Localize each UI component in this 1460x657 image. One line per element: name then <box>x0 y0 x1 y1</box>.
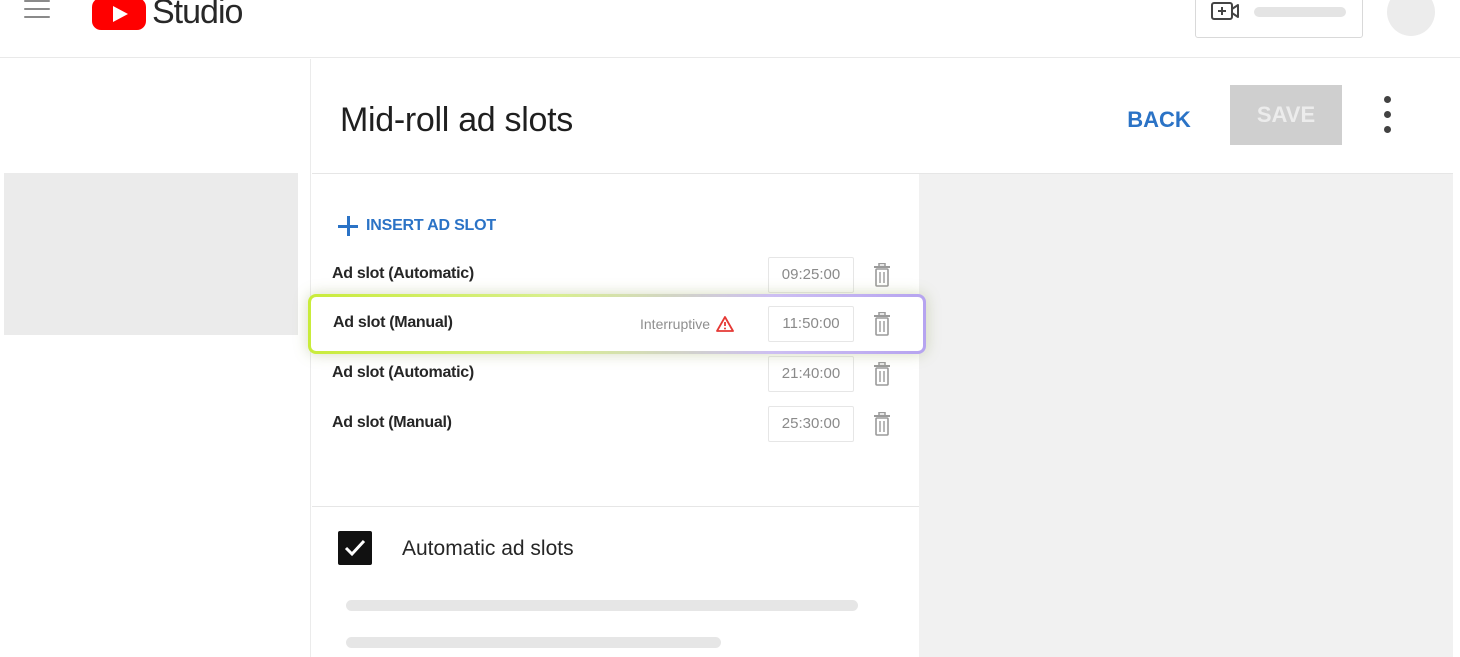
automatic-ad-slots-section: Automatic ad slots <box>312 506 919 657</box>
ad-slot-row: Ad slot (Manual) 25:30:00 <box>312 400 919 448</box>
ad-slot-row: Ad slot (Automatic) 21:40:00 <box>312 350 919 398</box>
insert-ad-slot-button[interactable]: INSERT AD SLOT <box>338 211 496 241</box>
automatic-ad-slots-title: Automatic ad slots <box>402 537 574 560</box>
create-button-label-placeholder <box>1254 7 1346 17</box>
interruptive-slot-highlight: Ad slot (Manual) Interruptive 11:50:00 <box>308 294 926 354</box>
text-placeholder-line <box>346 637 721 648</box>
ad-slot-label: Ad slot (Automatic) <box>332 265 474 282</box>
insert-ad-slot-label: INSERT AD SLOT <box>366 217 496 234</box>
text-placeholder-line <box>346 600 858 611</box>
ad-slot-label: Ad slot (Automatic) <box>332 364 474 381</box>
ad-slot-time-input[interactable]: 11:50:00 <box>768 306 854 342</box>
plus-icon <box>338 216 358 236</box>
ad-slot-row: Ad slot (Automatic) 09:25:00 <box>312 251 919 299</box>
save-button[interactable]: SAVE <box>1230 85 1342 145</box>
interruptive-status-text: Interruptive <box>640 316 711 332</box>
automatic-ad-slots-checkbox[interactable] <box>338 531 372 565</box>
page-title: Mid-roll ad slots <box>340 101 573 139</box>
youtube-logo-icon[interactable] <box>92 0 146 30</box>
trash-icon[interactable] <box>873 412 891 436</box>
studio-logo-text[interactable]: Studio <box>152 0 243 32</box>
video-preview-area <box>919 174 1453 657</box>
ad-slot-row-highlighted: Ad slot (Manual) Interruptive 11:50:00 <box>312 300 919 348</box>
trash-icon[interactable] <box>873 312 891 336</box>
page-header: Mid-roll ad slots BACK SAVE <box>312 59 1453 174</box>
sidebar-placeholder-block <box>4 173 298 335</box>
more-vert-icon[interactable] <box>1372 94 1404 136</box>
ad-slot-time-input[interactable]: 09:25:00 <box>768 257 854 293</box>
ad-slot-time-input[interactable]: 21:40:00 <box>768 356 854 392</box>
create-button[interactable] <box>1195 0 1363 38</box>
interruptive-status: Interruptive <box>640 316 734 332</box>
ad-slot-label: Ad slot (Manual) <box>333 314 453 331</box>
ad-slot-label: Ad slot (Manual) <box>332 414 452 431</box>
trash-icon[interactable] <box>873 263 891 287</box>
checkmark-icon <box>344 539 366 557</box>
back-button[interactable]: BACK <box>1114 103 1204 137</box>
ad-slot-time-input[interactable]: 25:30:00 <box>768 406 854 442</box>
avatar[interactable] <box>1387 0 1435 36</box>
hamburger-menu-icon[interactable] <box>22 0 52 26</box>
top-bar: Studio <box>0 0 1460 58</box>
warning-icon <box>716 316 734 332</box>
create-video-icon <box>1211 2 1239 20</box>
left-sidebar <box>0 59 311 657</box>
trash-icon[interactable] <box>873 362 891 386</box>
